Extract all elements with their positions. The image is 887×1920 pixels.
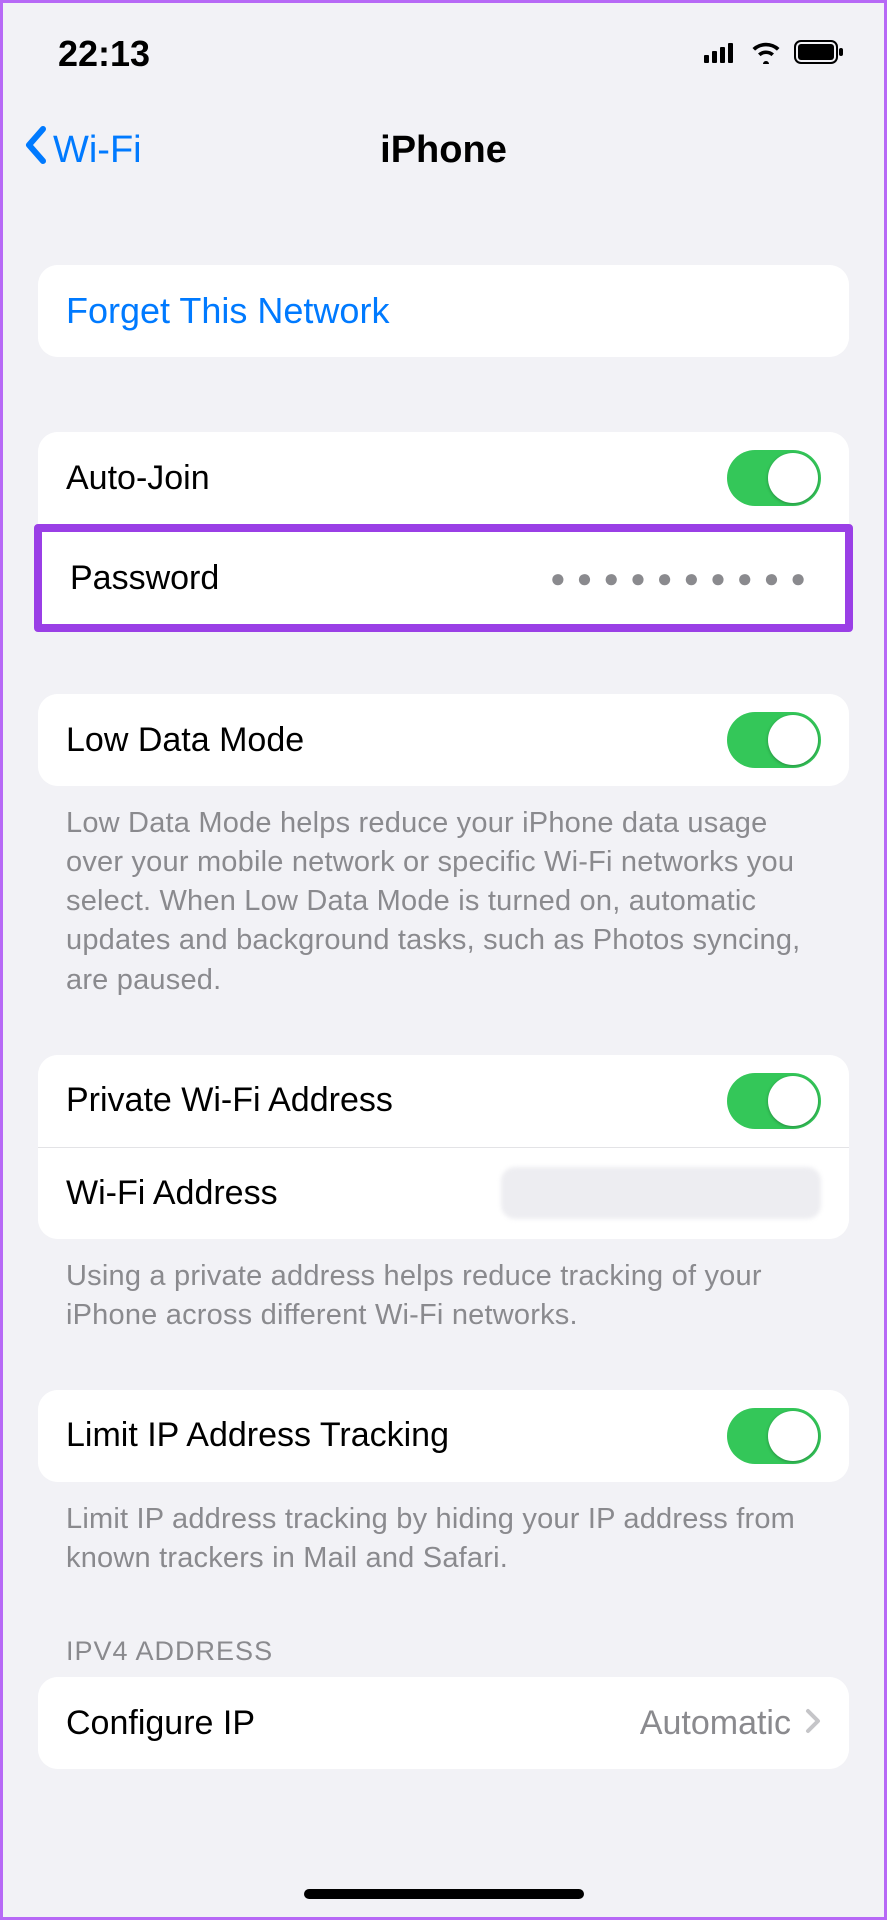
address-group: Private Wi-Fi Address Wi-Fi Address [38,1055,849,1239]
auto-join-toggle[interactable] [727,450,821,506]
limit-ip-label: Limit IP Address Tracking [66,1416,449,1455]
password-row[interactable]: Password ●●●●●●●●●● [42,532,845,624]
password-label: Password [70,559,219,598]
private-address-footer: Using a private address helps reduce tra… [38,1239,849,1335]
forget-group: Forget This Network [38,265,849,357]
status-icons [704,40,844,69]
wifi-icon [750,40,782,69]
low-data-label: Low Data Mode [66,721,304,760]
configure-ip-row[interactable]: Configure IP Automatic [38,1677,849,1769]
private-address-toggle[interactable] [727,1073,821,1129]
status-time: 22:13 [58,33,150,75]
status-bar: 22:13 [3,3,884,85]
chevron-left-icon [23,125,49,175]
configure-ip-label: Configure IP [66,1704,255,1743]
auto-join-row[interactable]: Auto-Join [38,432,849,524]
password-value: ●●●●●●●●●● [550,563,817,594]
battery-icon [794,40,844,69]
private-address-row[interactable]: Private Wi-Fi Address [38,1055,849,1147]
limit-ip-footer: Limit IP address tracking by hiding your… [38,1482,849,1578]
forget-network-button[interactable]: Forget This Network [38,265,849,357]
auto-join-label: Auto-Join [66,459,210,498]
ipv4-header: IPV4 ADDRESS [38,1578,849,1677]
low-data-footer: Low Data Mode helps reduce your iPhone d… [38,786,849,1000]
forget-network-label: Forget This Network [66,290,389,332]
low-data-row[interactable]: Low Data Mode [38,694,849,786]
wifi-address-value-redacted [501,1167,821,1219]
cellular-icon [704,41,738,68]
limit-ip-toggle[interactable] [727,1408,821,1464]
configure-ip-right: Automatic [640,1704,821,1743]
configure-ip-value: Automatic [640,1704,791,1743]
ipv4-group: Configure IP Automatic [38,1677,849,1769]
wifi-address-label: Wi-Fi Address [66,1174,278,1213]
low-data-group: Low Data Mode [38,694,849,786]
private-address-label: Private Wi-Fi Address [66,1081,393,1120]
connection-group: Auto-Join Password ●●●●●●●●●● [38,432,849,632]
back-label: Wi-Fi [53,129,142,172]
password-highlight: Password ●●●●●●●●●● [34,524,853,632]
limit-ip-row[interactable]: Limit IP Address Tracking [38,1390,849,1482]
nav-bar: Wi-Fi iPhone [3,85,884,190]
home-indicator[interactable] [304,1889,584,1899]
back-button[interactable]: Wi-Fi [23,125,142,175]
low-data-toggle[interactable] [727,712,821,768]
limit-ip-group: Limit IP Address Tracking [38,1390,849,1482]
wifi-address-row[interactable]: Wi-Fi Address [38,1147,849,1239]
chevron-right-icon [805,1704,821,1743]
